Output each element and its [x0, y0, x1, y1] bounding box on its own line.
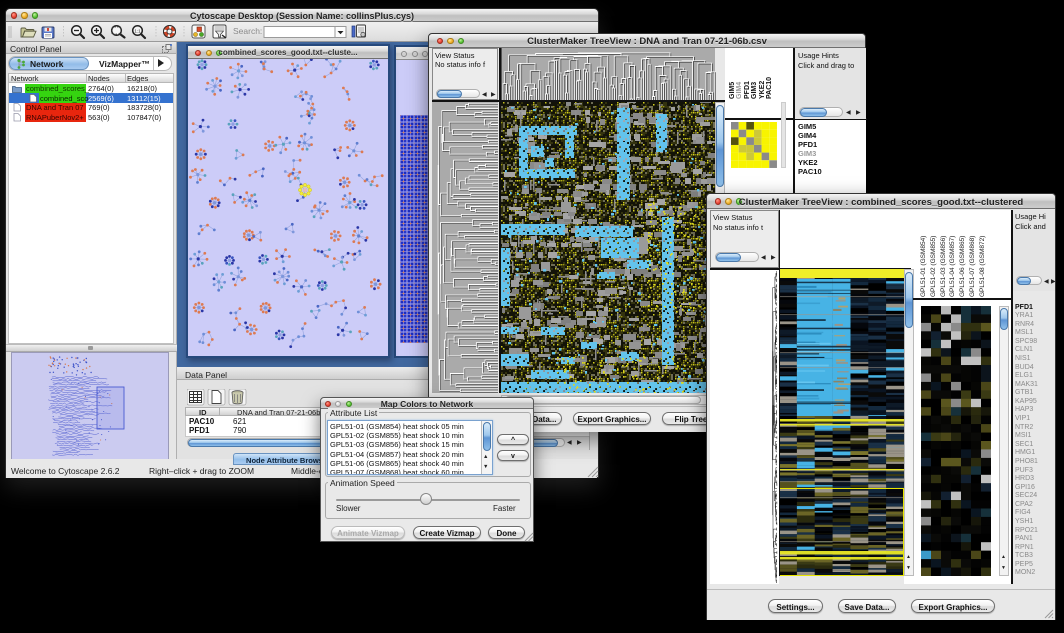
svg-text:1:1: 1:1 [134, 29, 141, 34]
svg-text:Search:: Search: [233, 26, 262, 36]
